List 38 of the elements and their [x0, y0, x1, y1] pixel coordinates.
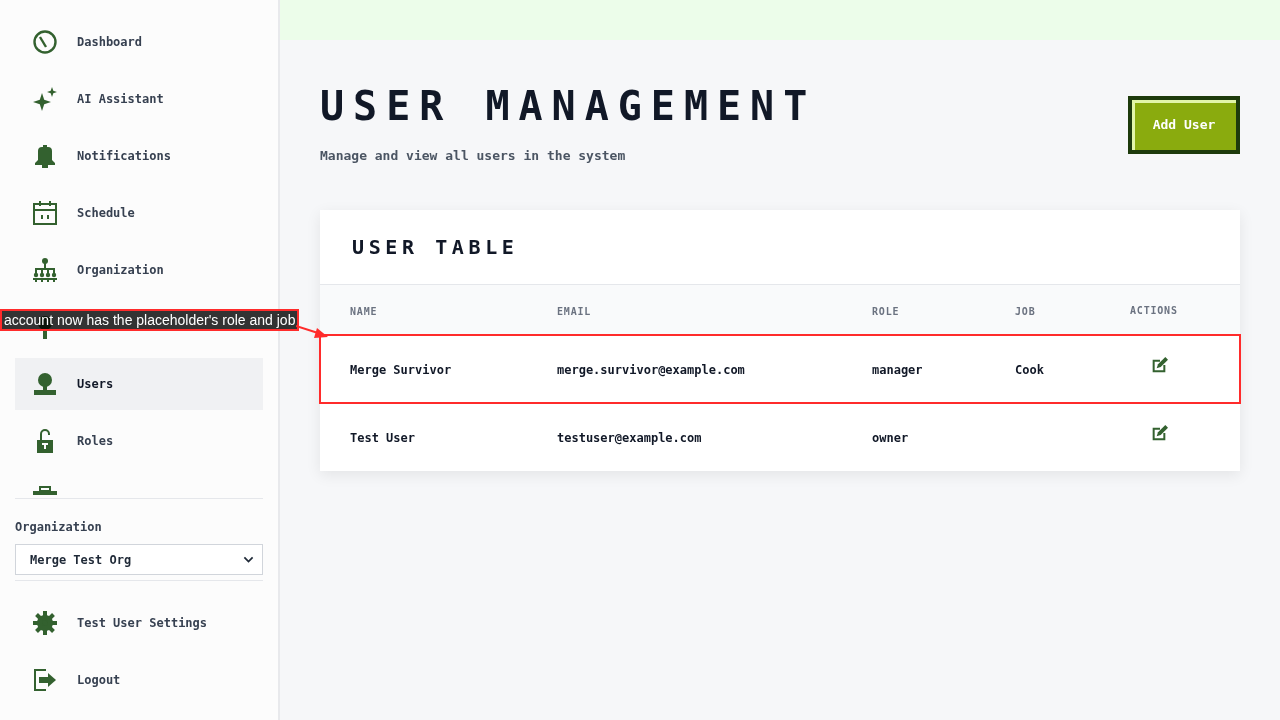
table-title: USER TABLE	[352, 234, 519, 261]
table-cell: owner	[872, 431, 909, 445]
table-cell: merge.survivor@example.com	[557, 363, 745, 377]
nav-item[interactable]: Roles	[15, 415, 263, 467]
nav-item[interactable]: Logout	[15, 654, 263, 706]
nav-item[interactable]: Test User Settings	[15, 597, 263, 649]
user-icon	[33, 372, 57, 396]
organization-select[interactable]: Merge Test Org	[15, 544, 263, 575]
edit-icon[interactable]	[1152, 357, 1168, 373]
nav-item[interactable]: Schedule	[15, 187, 263, 239]
settings-icon	[33, 611, 57, 635]
table-cell: testuser@example.com	[557, 431, 702, 445]
sparkle-icon	[33, 87, 57, 111]
nav-item[interactable]: AI Assistant	[15, 73, 263, 125]
nav-item[interactable]: Dashboard	[15, 16, 263, 68]
organization-label: Organization	[15, 519, 103, 535]
nav-item[interactable]: Organization	[15, 244, 263, 296]
table-cell: Cook	[1015, 363, 1044, 377]
bell-icon	[33, 144, 57, 168]
column-header: ACTIONS	[1130, 303, 1178, 318]
page-title: USER MANAGEMENT	[320, 86, 817, 126]
calendar-icon	[33, 201, 57, 225]
table-cell: Test User	[350, 431, 416, 445]
nav-item[interactable]: Users	[15, 358, 263, 410]
gauge-icon	[33, 30, 57, 54]
page-subtitle: Manage and view all users in the system	[320, 148, 627, 164]
edit-icon[interactable]	[1152, 425, 1168, 441]
annotation-tooltip: account now has the placeholder's role and job	[0, 309, 300, 331]
table-cell: manager	[872, 363, 923, 377]
column-header: ROLE	[872, 306, 900, 317]
org-chart-icon	[33, 258, 57, 282]
column-header: JOB	[1015, 306, 1036, 317]
column-header: NAME	[350, 306, 378, 317]
table-cell: Merge Survivor	[350, 363, 452, 377]
logout-icon	[33, 668, 57, 692]
nav-item[interactable]: Notifications	[15, 130, 263, 182]
chevron-down-icon	[243, 554, 254, 565]
column-header: EMAIL	[557, 306, 592, 317]
